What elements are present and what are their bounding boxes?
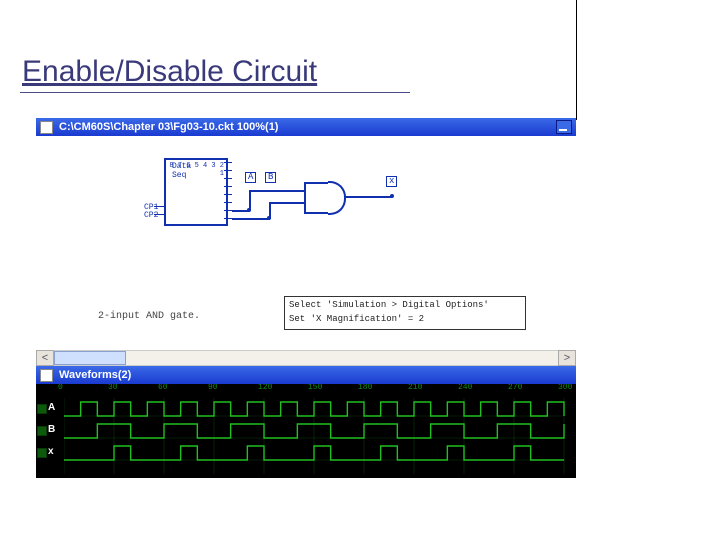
node-b (267, 216, 271, 220)
pin-7 (224, 170, 232, 171)
sysmenu-icon[interactable] (40, 121, 53, 134)
wire-b-3 (269, 202, 304, 204)
pin-3 (224, 202, 232, 203)
divider-horizontal (20, 92, 410, 93)
waveform-title: Waveforms(2) (59, 370, 131, 381)
pin-6 (224, 178, 232, 179)
pin-8 (224, 162, 232, 163)
cp2-pin (154, 214, 164, 215)
cp1-pin (154, 206, 164, 207)
and-gate[interactable] (304, 182, 344, 210)
node-x (390, 194, 394, 198)
circuit-titlebar[interactable]: C:\CM60S\Chapter 03\Fg03-10.ckt 100%(1) (36, 118, 576, 136)
signal-label-b[interactable]: B (48, 425, 55, 435)
schematic-canvas[interactable]: Data Seq 8 7 6 5 4 3 2 1 CP1 CP2 A (36, 136, 576, 336)
signal-label-x[interactable]: x (48, 447, 54, 457)
pin-1 (224, 218, 232, 219)
data-seq-pin-numbers: 8 7 6 5 4 3 2 1 (166, 162, 224, 178)
ruler-tick: 60 (158, 384, 168, 392)
net-label-b[interactable]: B (265, 172, 276, 183)
ruler-tick: 0 (58, 384, 63, 392)
pin-5 (224, 186, 232, 187)
signal-label-a[interactable]: A (48, 403, 55, 413)
waveform-x (64, 446, 564, 460)
waveform-window: Waveforms(2) 0 30 60 90 120 150 180 210 240 270 30… (36, 366, 576, 478)
ruler-tick: 120 (258, 384, 272, 392)
signal-color-b (37, 426, 47, 436)
net-label-a[interactable]: A (245, 172, 256, 183)
circuit-title: C:\CM60S\Chapter 03\Fg03-10.ckt 100%(1) (59, 122, 278, 133)
waveform-titlebar[interactable]: Waveforms(2) (36, 366, 576, 384)
node-a (247, 208, 251, 212)
sysmenu-icon[interactable] (40, 369, 53, 382)
pin-4 (224, 194, 232, 195)
net-label-x[interactable]: x (386, 176, 397, 187)
ruler-tick: 300 (558, 384, 572, 392)
slide: Enable/Disable Circuit C:\CM60S\Chapter … (0, 0, 720, 540)
instruction-box: Select 'Simulation > Digital Options' Se… (284, 296, 526, 330)
scroll-track[interactable] (54, 350, 558, 366)
wire-x (344, 196, 392, 198)
signal-color-x (37, 448, 47, 458)
wire-b-1 (232, 218, 270, 220)
signal-color-a (37, 404, 47, 414)
data-seq-block[interactable]: Data Seq 8 7 6 5 4 3 2 1 CP1 CP2 (164, 158, 228, 226)
time-ruler: 0306090120150180210240270300 (64, 384, 576, 398)
gate-description: 2-input AND gate. (98, 311, 200, 322)
ruler-tick: 210 (408, 384, 422, 392)
waveform-svg (64, 398, 576, 478)
divider-vertical (576, 0, 577, 120)
h-scrollbar[interactable]: < > (36, 350, 576, 366)
ruler-tick: 270 (508, 384, 522, 392)
pin-2 (224, 210, 232, 211)
ruler-tick: 240 (458, 384, 472, 392)
ruler-tick: 90 (208, 384, 218, 392)
ruler-tick: 150 (308, 384, 322, 392)
scroll-thumb[interactable] (54, 351, 126, 365)
waveform-canvas[interactable]: 0 30 60 90 120 150 180 210 240 270 300 A B x (36, 384, 576, 478)
scroll-right-button[interactable]: > (558, 350, 576, 366)
wire-a-3 (249, 190, 304, 192)
ruler-tick: 30 (108, 384, 118, 392)
scroll-left-button[interactable]: < (36, 350, 54, 366)
circuit-window: C:\CM60S\Chapter 03\Fg03-10.ckt 100%(1) … (36, 118, 576, 366)
minimize-button[interactable] (556, 120, 572, 134)
ruler-tick: 180 (358, 384, 372, 392)
page-title: Enable/Disable Circuit (22, 55, 317, 89)
waveform-A (64, 402, 564, 416)
